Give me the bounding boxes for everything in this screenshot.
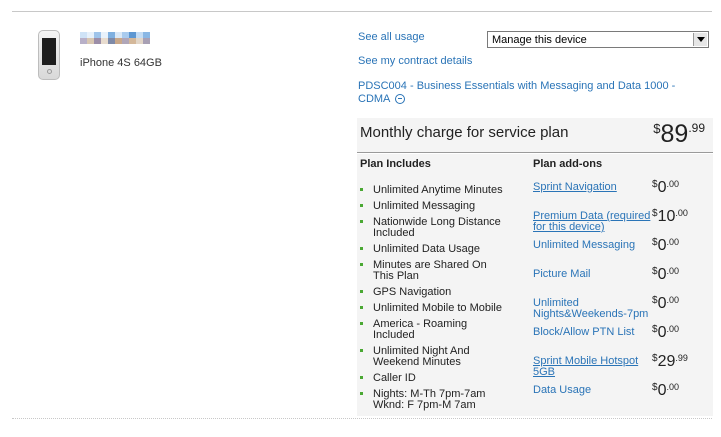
plan-include-item: Minutes are Shared On This Plan	[360, 260, 510, 282]
addon-premium-data-link[interactable]: Premium Data (required for this device)	[533, 211, 651, 233]
plan-include-item: Nights: M-Th 7pm-7am Wknd: F 7pm-M 7am	[360, 389, 510, 411]
chevron-down-icon[interactable]	[693, 33, 707, 46]
plan-include-item: Unlimited Mobile to Mobile	[360, 303, 510, 314]
plan-include-item: Caller ID	[360, 373, 510, 384]
addon-sprint-hotspot-link[interactable]: Sprint Mobile Hotspot 5GB	[533, 356, 651, 378]
top-divider	[12, 11, 712, 12]
addon-price: $10.00	[652, 208, 688, 225]
addon-name: Unlimited Messaging	[533, 239, 636, 251]
price-dollars: 89	[660, 120, 689, 148]
plan-addons-heading: Plan add-ons	[533, 158, 603, 170]
addon-price: $0.00	[652, 324, 679, 341]
addon-name: Block/Allow PTN List	[533, 326, 635, 338]
addon-name: Data Usage	[533, 384, 592, 396]
addon-price: $0.00	[652, 179, 679, 196]
plan-include-item: GPS Navigation	[360, 287, 510, 298]
plan-includes-heading: Plan Includes	[360, 158, 431, 170]
addon-name: Picture Mail	[533, 268, 591, 280]
plan-description-text[interactable]: PDSC004 - Business Essentials with Messa…	[358, 80, 675, 105]
manage-device-select[interactable]: Manage this device	[487, 31, 709, 48]
bottom-divider	[12, 418, 712, 419]
see-all-usage-link[interactable]: See all usage	[358, 31, 425, 43]
plan-include-item: Unlimited Anytime Minutes	[360, 185, 510, 196]
monthly-charge-bar: Monthly charge for service plan $89.99	[357, 118, 713, 153]
plan-description[interactable]: PDSC004 - Business Essentials with Messa…	[358, 80, 688, 106]
addon-price: $29.99	[652, 353, 688, 370]
plan-include-item: Unlimited Data Usage	[360, 244, 510, 255]
addon-price: $0.00	[652, 237, 679, 254]
phone-image	[38, 30, 60, 80]
plan-include-item: America - Roaming Included	[360, 319, 510, 341]
price-currency: $	[653, 121, 661, 136]
device-model: iPhone 4S 64GB	[80, 57, 162, 69]
addon-price: $0.00	[652, 295, 679, 312]
plan-include-item: Unlimited Messaging	[360, 201, 510, 212]
addon-price: $0.00	[652, 382, 679, 399]
addon-name: Unlimited Nights&Weekends-7pm	[533, 297, 649, 320]
plan-include-item: Unlimited Night And Weekend Minutes	[360, 346, 510, 368]
monthly-charge-label: Monthly charge for service plan	[360, 124, 569, 141]
collapse-icon[interactable]	[394, 94, 405, 105]
price-cents: .99	[688, 121, 705, 135]
see-contract-details-link[interactable]: See my contract details	[358, 55, 472, 67]
addon-sprint-navigation-link[interactable]: Sprint Navigation	[533, 182, 651, 193]
monthly-charge-price: $89.99	[653, 120, 705, 149]
plan-include-item: Nationwide Long Distance Included	[360, 217, 510, 239]
addon-price: $0.00	[652, 266, 679, 283]
pixelated-phone-number	[80, 32, 150, 44]
manage-device-selected-value: Manage this device	[492, 34, 587, 46]
